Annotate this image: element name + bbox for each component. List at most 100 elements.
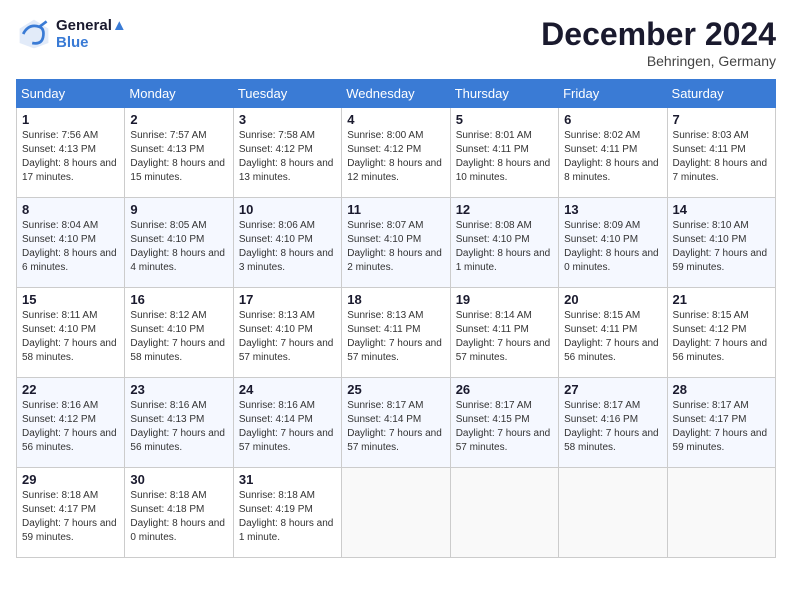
col-header-thursday: Thursday (450, 80, 558, 108)
day-cell-17: 17Sunrise: 8:13 AMSunset: 4:10 PMDayligh… (233, 288, 341, 378)
day-info: Sunrise: 8:16 AMSunset: 4:12 PMDaylight:… (22, 399, 119, 455)
week-row-1: 1 Sunrise: 7:56 AMSunset: 4:13 PMDaylight… (17, 108, 776, 198)
day-number: 28 (673, 382, 770, 397)
day-cell-22: 22 Sunrise: 8:16 AMSunset: 4:12 PMDayligh… (17, 378, 125, 468)
day-number: 7 (673, 112, 770, 127)
day-info: Sunrise: 8:06 AMSunset: 4:10 PMDaylight:… (239, 219, 336, 275)
col-header-saturday: Saturday (667, 80, 775, 108)
day-cell-25: 25Sunrise: 8:17 AMSunset: 4:14 PMDayligh… (342, 378, 450, 468)
day-number: 8 (22, 202, 119, 217)
day-cell-26: 26 Sunrise: 8:17 AMSunset: 4:15 PMDayligh… (450, 378, 558, 468)
day-number: 24 (239, 382, 336, 397)
day-cell-19: 19 Sunrise: 8:14 AMSunset: 4:11 PMDayligh… (450, 288, 558, 378)
day-info: Sunrise: 8:05 AMSunset: 4:10 PMDaylight:… (130, 219, 227, 275)
day-cell-15: 15 Sunrise: 8:11 AMSunset: 4:10 PMDayligh… (17, 288, 125, 378)
day-info: Sunrise: 7:58 AMSunset: 4:12 PMDaylight:… (239, 129, 336, 185)
day-number: 22 (22, 382, 119, 397)
week-row-3: 15 Sunrise: 8:11 AMSunset: 4:10 PMDayligh… (17, 288, 776, 378)
col-header-wednesday: Wednesday (342, 80, 450, 108)
day-info: Sunrise: 8:01 AMSunset: 4:11 PMDaylight:… (456, 129, 553, 185)
col-header-tuesday: Tuesday (233, 80, 341, 108)
day-cell-8: 8Sunrise: 8:04 AMSunset: 4:10 PMDaylight… (17, 198, 125, 288)
day-number: 3 (239, 112, 336, 127)
day-number: 6 (564, 112, 661, 127)
day-number: 14 (673, 202, 770, 217)
logo-icon (16, 16, 52, 52)
day-cell-6: 6 Sunrise: 8:02 AMSunset: 4:11 PMDaylight… (559, 108, 667, 198)
day-cell-24: 24 Sunrise: 8:16 AMSunset: 4:14 PMDayligh… (233, 378, 341, 468)
day-info: Sunrise: 8:13 AMSunset: 4:11 PMDaylight:… (347, 309, 444, 365)
day-info: Sunrise: 8:18 AMSunset: 4:19 PMDaylight:… (239, 489, 336, 545)
logo: General▲ Blue (16, 16, 127, 52)
day-info: Sunrise: 8:02 AMSunset: 4:11 PMDaylight:… (564, 129, 661, 185)
day-cell-14: 14 Sunrise: 8:10 AMSunset: 4:10 PMDayligh… (667, 198, 775, 288)
day-number: 18 (347, 292, 444, 307)
day-cell-31: 31 Sunrise: 8:18 AMSunset: 4:19 PMDayligh… (233, 468, 341, 558)
day-number: 23 (130, 382, 227, 397)
day-number: 5 (456, 112, 553, 127)
day-info: Sunrise: 8:18 AMSunset: 4:17 PMDaylight:… (22, 489, 119, 545)
day-cell-27: 27Sunrise: 8:17 AMSunset: 4:16 PMDayligh… (559, 378, 667, 468)
day-number: 15 (22, 292, 119, 307)
day-info: Sunrise: 8:10 AMSunset: 4:10 PMDaylight:… (673, 219, 770, 275)
calendar-table: SundayMondayTuesdayWednesdayThursdayFrid… (16, 79, 776, 558)
day-info: Sunrise: 8:12 AMSunset: 4:10 PMDaylight:… (130, 309, 227, 365)
page-header: General▲ Blue December 2024 Behringen, G… (16, 16, 776, 69)
day-cell-3: 3 Sunrise: 7:58 AMSunset: 4:12 PMDaylight… (233, 108, 341, 198)
calendar-header-row: SundayMondayTuesdayWednesdayThursdayFrid… (17, 80, 776, 108)
day-cell-2: 2Sunrise: 7:57 AMSunset: 4:13 PMDaylight… (125, 108, 233, 198)
day-cell-10: 10 Sunrise: 8:06 AMSunset: 4:10 PMDayligh… (233, 198, 341, 288)
col-header-monday: Monday (125, 80, 233, 108)
day-cell-29: 29Sunrise: 8:18 AMSunset: 4:17 PMDayligh… (17, 468, 125, 558)
empty-cell (559, 468, 667, 558)
day-info: Sunrise: 8:00 AMSunset: 4:12 PMDaylight:… (347, 129, 444, 185)
empty-cell (450, 468, 558, 558)
day-cell-18: 18 Sunrise: 8:13 AMSunset: 4:11 PMDayligh… (342, 288, 450, 378)
day-cell-4: 4 Sunrise: 8:00 AMSunset: 4:12 PMDaylight… (342, 108, 450, 198)
day-number: 31 (239, 472, 336, 487)
col-header-friday: Friday (559, 80, 667, 108)
day-info: Sunrise: 8:16 AMSunset: 4:13 PMDaylight:… (130, 399, 227, 455)
day-cell-12: 12Sunrise: 8:08 AMSunset: 4:10 PMDayligh… (450, 198, 558, 288)
day-info: Sunrise: 8:16 AMSunset: 4:14 PMDaylight:… (239, 399, 336, 455)
day-info: Sunrise: 8:17 AMSunset: 4:15 PMDaylight:… (456, 399, 553, 455)
day-number: 26 (456, 382, 553, 397)
location: Behringen, Germany (541, 53, 776, 69)
day-cell-1: 1 Sunrise: 7:56 AMSunset: 4:13 PMDaylight… (17, 108, 125, 198)
day-number: 2 (130, 112, 227, 127)
day-info: Sunrise: 8:03 AMSunset: 4:11 PMDaylight:… (673, 129, 770, 185)
day-info: Sunrise: 8:09 AMSunset: 4:10 PMDaylight:… (564, 219, 661, 275)
day-info: Sunrise: 8:13 AMSunset: 4:10 PMDaylight:… (239, 309, 336, 365)
day-number: 4 (347, 112, 444, 127)
day-info: Sunrise: 8:18 AMSunset: 4:18 PMDaylight:… (130, 489, 227, 545)
day-number: 11 (347, 202, 444, 217)
day-cell-20: 20 Sunrise: 8:15 AMSunset: 4:11 PMDayligh… (559, 288, 667, 378)
day-number: 16 (130, 292, 227, 307)
day-number: 1 (22, 112, 119, 127)
day-number: 13 (564, 202, 661, 217)
day-number: 30 (130, 472, 227, 487)
day-number: 19 (456, 292, 553, 307)
day-cell-5: 5 Sunrise: 8:01 AMSunset: 4:11 PMDaylight… (450, 108, 558, 198)
day-number: 27 (564, 382, 661, 397)
day-cell-11: 11 Sunrise: 8:07 AMSunset: 4:10 PMDayligh… (342, 198, 450, 288)
day-info: Sunrise: 8:14 AMSunset: 4:11 PMDaylight:… (456, 309, 553, 365)
day-cell-23: 23 Sunrise: 8:16 AMSunset: 4:13 PMDayligh… (125, 378, 233, 468)
week-row-2: 8Sunrise: 8:04 AMSunset: 4:10 PMDaylight… (17, 198, 776, 288)
day-info: Sunrise: 8:15 AMSunset: 4:11 PMDaylight:… (564, 309, 661, 365)
day-info: Sunrise: 8:11 AMSunset: 4:10 PMDaylight:… (22, 309, 119, 365)
day-info: Sunrise: 8:15 AMSunset: 4:12 PMDaylight:… (673, 309, 770, 365)
day-number: 21 (673, 292, 770, 307)
day-info: Sunrise: 8:07 AMSunset: 4:10 PMDaylight:… (347, 219, 444, 275)
empty-cell (667, 468, 775, 558)
day-info: Sunrise: 8:17 AMSunset: 4:14 PMDaylight:… (347, 399, 444, 455)
day-info: Sunrise: 7:56 AMSunset: 4:13 PMDaylight:… (22, 129, 119, 185)
day-info: Sunrise: 8:08 AMSunset: 4:10 PMDaylight:… (456, 219, 553, 275)
day-number: 20 (564, 292, 661, 307)
day-info: Sunrise: 8:17 AMSunset: 4:17 PMDaylight:… (673, 399, 770, 455)
title-block: December 2024 Behringen, Germany (541, 16, 776, 69)
day-number: 10 (239, 202, 336, 217)
day-number: 9 (130, 202, 227, 217)
day-cell-30: 30 Sunrise: 8:18 AMSunset: 4:18 PMDayligh… (125, 468, 233, 558)
day-cell-13: 13 Sunrise: 8:09 AMSunset: 4:10 PMDayligh… (559, 198, 667, 288)
